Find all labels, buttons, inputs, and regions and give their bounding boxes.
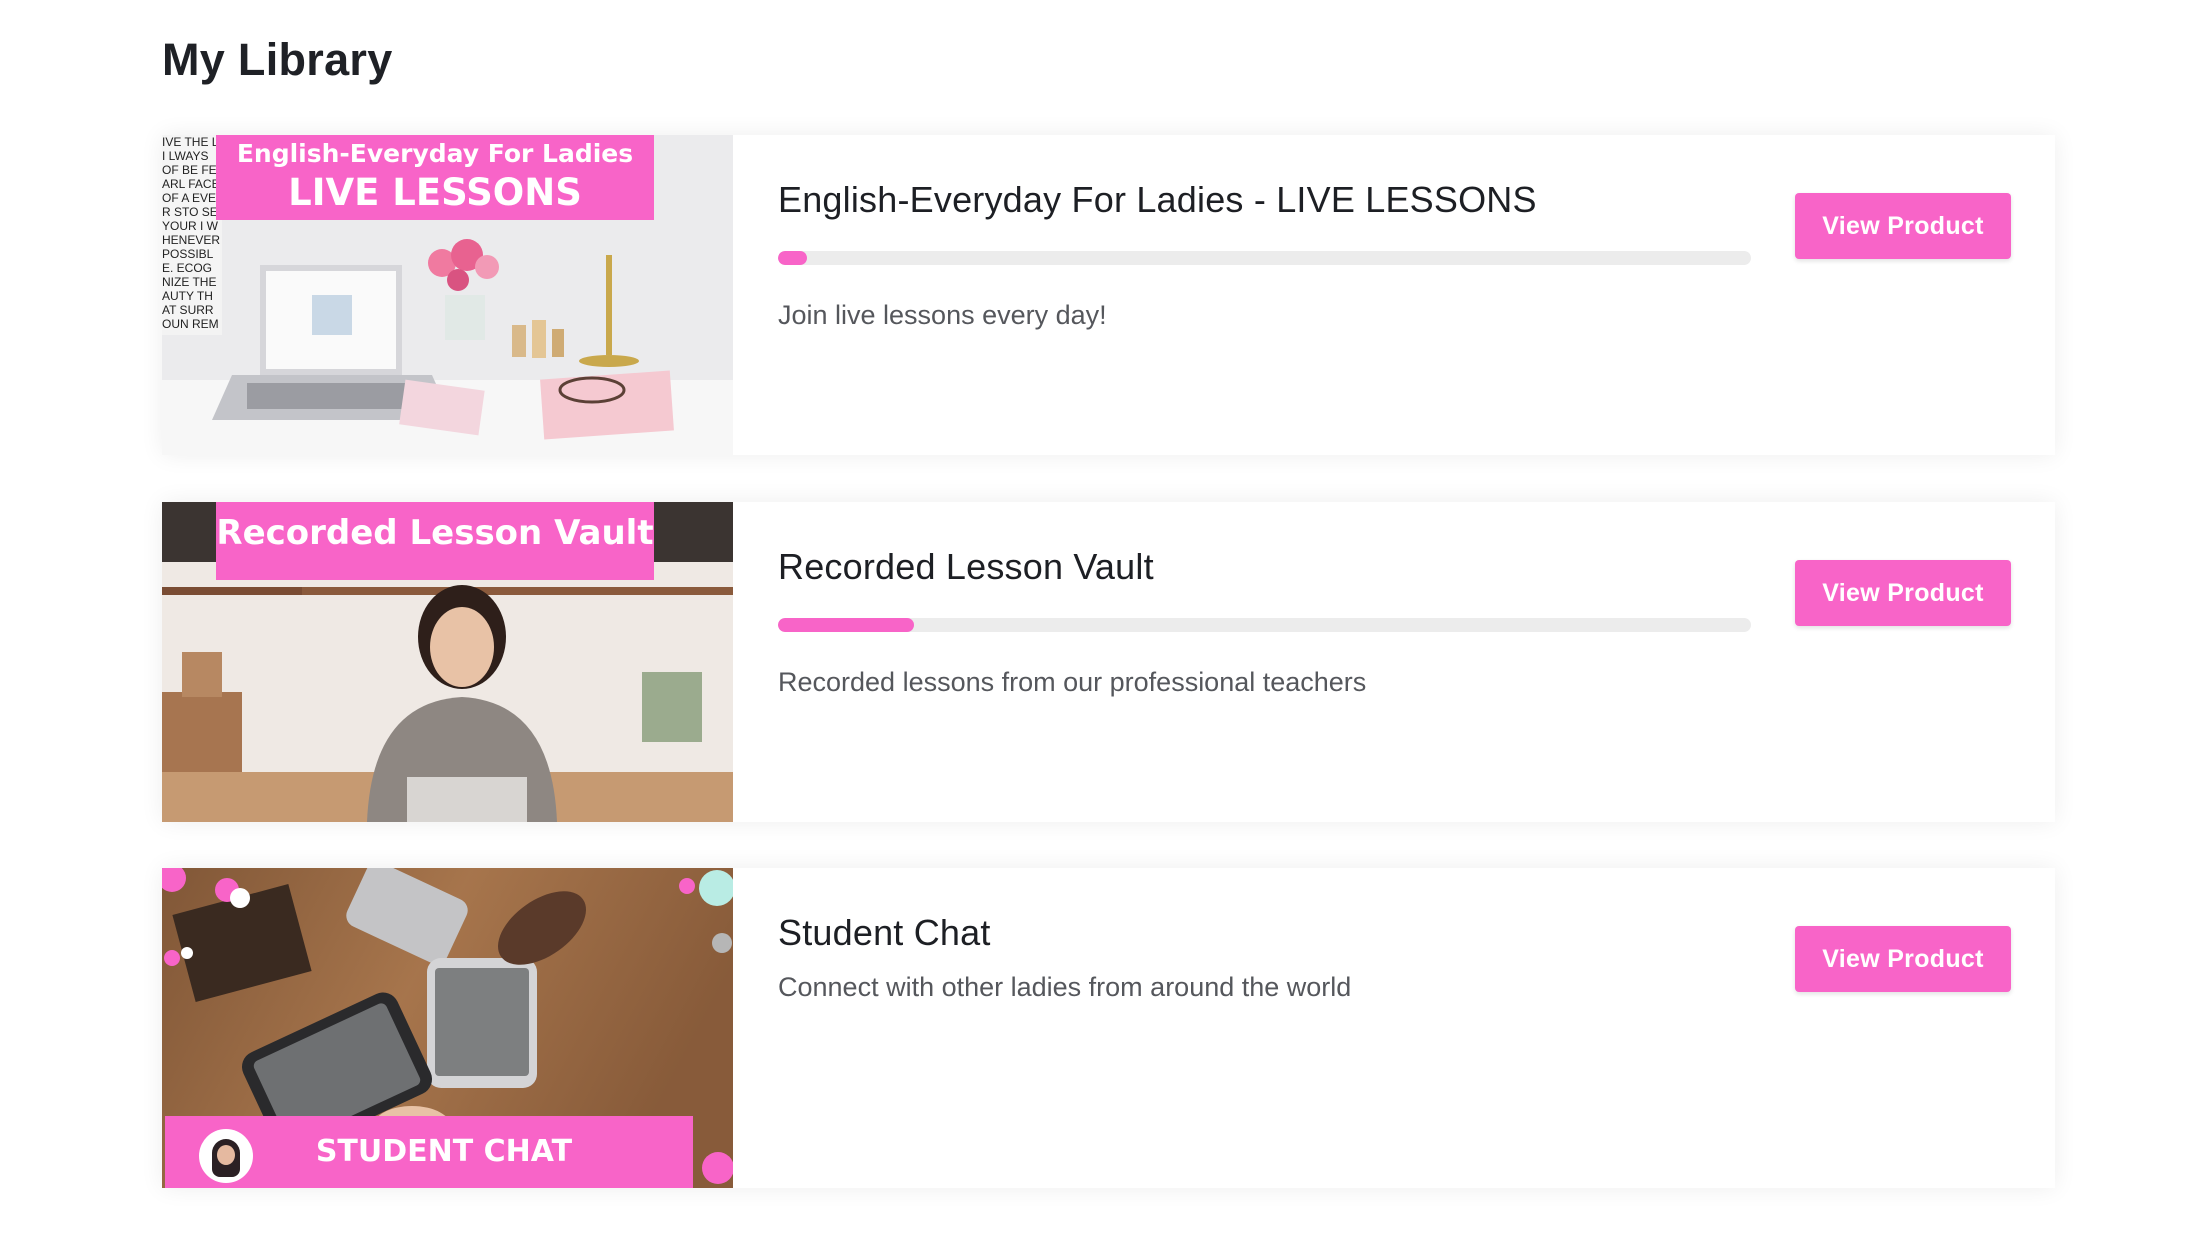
view-product-button[interactable]: View Product [1795, 926, 2011, 992]
product-thumbnail-live-lessons[interactable]: IVE THE LI LWAYS OF BE FEARL FACE OF A E… [162, 135, 733, 455]
poster-text: IVE THE LI LWAYS OF BE FEARL FACE OF A E… [162, 135, 220, 330]
view-product-button[interactable]: View Product [1795, 560, 2011, 626]
page-title: My Library [162, 34, 393, 85]
product-card-student-chat: STUDENT CHAT Student Chat Connect with o… [162, 868, 2055, 1188]
avatar [199, 1129, 253, 1183]
product-description: Connect with other ladies from around th… [778, 972, 1352, 1002]
product-description: Recorded lessons from our professional t… [778, 667, 1367, 697]
thumbnail-banner: STUDENT CHAT [165, 1116, 693, 1188]
product-title[interactable]: Student Chat [778, 912, 991, 954]
view-product-button[interactable]: View Product [1795, 193, 2011, 259]
progress-fill [778, 251, 808, 265]
product-thumbnail-recorded-vault[interactable]: Recorded Lesson Vault [162, 502, 733, 822]
product-card-live-lessons: IVE THE LI LWAYS OF BE FEARL FACE OF A E… [162, 135, 2055, 455]
product-description: Join live lessons every day! [778, 300, 1107, 330]
thumbnail-banner-line2: LIVE LESSONS [288, 171, 582, 214]
thumbnail-banner-line1: Recorded Lesson Vault [216, 513, 654, 553]
thumbnail-banner-line1: English-Everyday For Ladies [236, 139, 634, 168]
thumbnail-banner: Recorded Lesson Vault [216, 502, 654, 580]
progress-bar [778, 251, 1751, 265]
product-card-recorded-vault: Recorded Lesson Vault Recorded Lesson Va… [162, 502, 2055, 822]
progress-fill [778, 618, 915, 632]
product-title[interactable]: English-Everyday For Ladies - LIVE LESSO… [778, 179, 1537, 221]
product-thumbnail-student-chat[interactable]: STUDENT CHAT [162, 868, 733, 1188]
progress-bar [778, 618, 1751, 632]
thumbnail-banner: English-Everyday For Ladies LIVE LESSONS [216, 135, 654, 220]
product-title[interactable]: Recorded Lesson Vault [778, 546, 1154, 588]
